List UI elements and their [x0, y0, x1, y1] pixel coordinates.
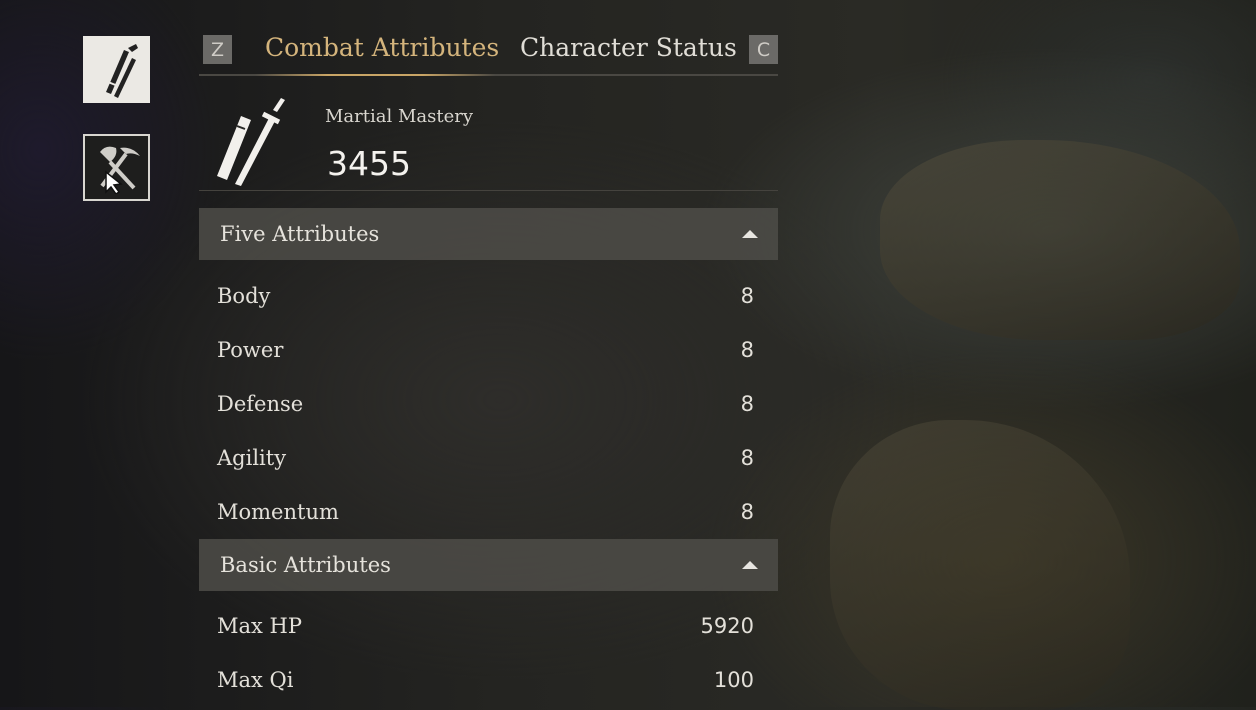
mastery-label: Martial Mastery — [325, 106, 474, 127]
attribute-value: 8 — [740, 446, 754, 470]
background-rock — [880, 140, 1240, 340]
collapse-caret-icon — [742, 230, 758, 238]
collapse-caret-icon — [742, 561, 758, 569]
mastery-value: 3455 — [327, 144, 411, 183]
attribute-name: Body — [217, 284, 271, 308]
attribute-row-body: Body 8 — [199, 270, 778, 324]
attribute-name: Max HP — [217, 614, 302, 638]
tab-character-status[interactable]: Character Status — [520, 33, 737, 62]
attribute-name: Agility — [217, 446, 287, 470]
attribute-tab-bar: Z Combat Attributes Character Status C — [199, 30, 778, 76]
attribute-value: 5920 — [700, 614, 754, 638]
prev-tab-key[interactable]: Z — [203, 35, 232, 64]
section-title: Five Attributes — [220, 222, 380, 246]
attribute-row-max-hp: Max HP 5920 — [199, 600, 778, 654]
attribute-name: Max Qi — [217, 668, 294, 692]
martial-mastery-panel: Martial Mastery 3455 — [199, 86, 778, 191]
attribute-row-agility: Agility 8 — [199, 432, 778, 486]
attribute-value: 100 — [713, 668, 754, 692]
attribute-row-momentum: Momentum 8 — [199, 486, 778, 540]
shovel-pickaxe-icon — [99, 146, 140, 194]
attribute-value: 8 — [740, 284, 754, 308]
attribute-name: Momentum — [217, 500, 339, 524]
side-tab-gathering[interactable] — [83, 134, 150, 201]
active-tab-indicator — [255, 74, 495, 76]
section-five-attributes[interactable]: Five Attributes — [199, 208, 778, 260]
section-title: Basic Attributes — [220, 553, 391, 577]
next-tab-key[interactable]: C — [749, 35, 778, 64]
tab-combat-attributes[interactable]: Combat Attributes — [265, 33, 499, 62]
section-basic-attributes[interactable]: Basic Attributes — [199, 539, 778, 591]
attribute-value: 8 — [740, 392, 754, 416]
attribute-value: 8 — [740, 338, 754, 362]
sword-scabbard-icon — [105, 43, 138, 98]
attribute-value: 8 — [740, 500, 754, 524]
side-tab-combat[interactable] — [83, 36, 150, 103]
attribute-row-defense: Defense 8 — [199, 378, 778, 432]
attribute-row-power: Power 8 — [199, 324, 778, 378]
attribute-name: Defense — [217, 392, 304, 416]
background-rock — [830, 420, 1130, 710]
sword-scabbard-icon — [217, 98, 285, 186]
attribute-name: Power — [217, 338, 284, 362]
attribute-row-max-qi: Max Qi 100 — [199, 654, 778, 708]
